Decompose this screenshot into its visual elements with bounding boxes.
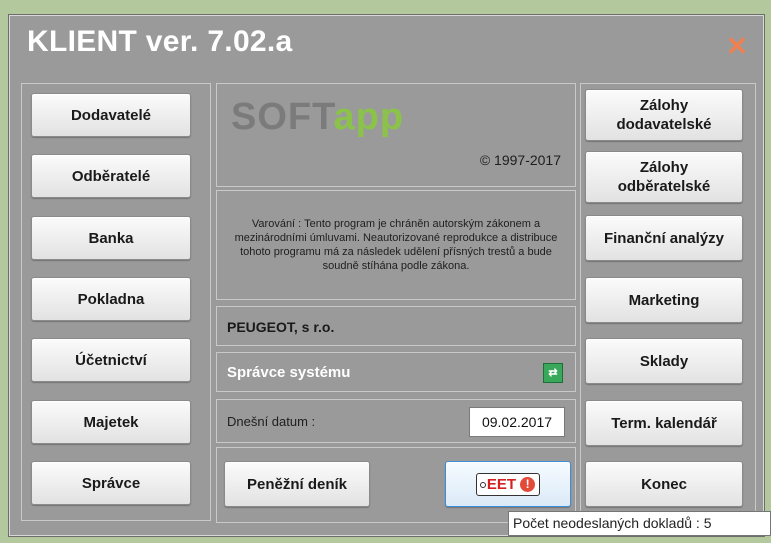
eet-button[interactable]: EET ! [445,461,571,507]
close-icon[interactable]: ✕ [724,33,750,59]
warning-icon: ! [520,476,536,492]
cash-desk-button[interactable]: Pokladna [31,277,191,321]
user-box: Správce systému ⇄ [216,352,576,392]
eet-label: EET [486,475,517,493]
administrator-button-label: Správce [81,474,141,492]
cash-journal-label: Peněžní deník [246,475,348,493]
accounting-button[interactable]: Účetnictví [31,338,191,382]
warning-box: Varování : Tento program je chráněn auto… [216,190,576,300]
marketing-label: Marketing [628,291,700,309]
financial-analyses-label: Finanční analýzy [603,229,725,247]
excel-icon[interactable]: ⇄ [543,363,563,383]
copyright: © 1997-2017 [479,152,561,168]
assets-button-label: Majetek [83,413,139,431]
marketing-button[interactable]: Marketing [585,277,743,323]
window-title: KLIENT ver. 7.02.a [27,25,293,58]
title-bar: KLIENT ver. 7.02.a ✕ [9,15,764,81]
cash-journal-button[interactable]: Peněžní deník [224,461,370,507]
cash-desk-button-label: Pokladna [77,290,145,308]
bank-button[interactable]: Banka [31,216,191,260]
date-box: Dnešní datum : 09.02.2017 [216,399,576,443]
logo-box: SOFTapp © 1997-2017 [216,83,576,187]
supplier-advances-line2: dodavatelské [616,116,712,133]
financial-analyses-button[interactable]: Finanční analýzy [585,215,743,261]
supplier-advances-button[interactable]: Zálohy dodavatelské [585,89,743,141]
customers-button-label: Odběratelé [71,167,151,185]
accounting-button-label: Účetnictví [75,351,147,369]
customer-advances-line1: Zálohy [639,159,689,176]
date-label: Dnešní datum : [227,414,316,429]
warehouses-button[interactable]: Sklady [585,338,743,384]
company-box: PEUGEOT, s r.o. [216,306,576,346]
bank-button-label: Banka [88,229,134,247]
supplier-advances-line1: Zálohy [639,97,689,114]
exit-label: Konec [641,475,687,493]
date-field[interactable]: 09.02.2017 [469,407,565,437]
customers-button[interactable]: Odběratelé [31,154,191,198]
term-calendar-label: Term. kalendář [611,414,717,432]
logo-app-text: app [333,96,405,138]
tooltip: Počet neodeslaných dokladů : 5 [508,511,771,536]
eet-tag: EET ! [475,472,541,496]
customer-advances-line2: odběratelské [617,178,711,195]
customer-advances-button[interactable]: Zálohy odběratelské [585,151,743,203]
copyright-warning: Varování : Tento program je chráněn auto… [234,218,558,272]
warehouses-label: Sklady [639,352,689,370]
suppliers-button-label: Dodavatelé [70,106,152,124]
company-name: PEUGEOT, s r.o. [227,319,335,335]
administrator-button[interactable]: Správce [31,461,191,505]
assets-button[interactable]: Majetek [31,400,191,444]
user-name: Správce systému [227,364,351,381]
main-window: KLIENT ver. 7.02.a ✕ Dodavatelé Odběrate… [8,14,765,537]
logo-soft-text: SOFT [231,96,334,138]
term-calendar-button[interactable]: Term. kalendář [585,400,743,446]
tag-hole-icon [479,481,486,488]
suppliers-button[interactable]: Dodavatelé [31,93,191,137]
softapp-logo: SOFTapp [231,96,404,139]
exit-button[interactable]: Konec [585,461,743,507]
